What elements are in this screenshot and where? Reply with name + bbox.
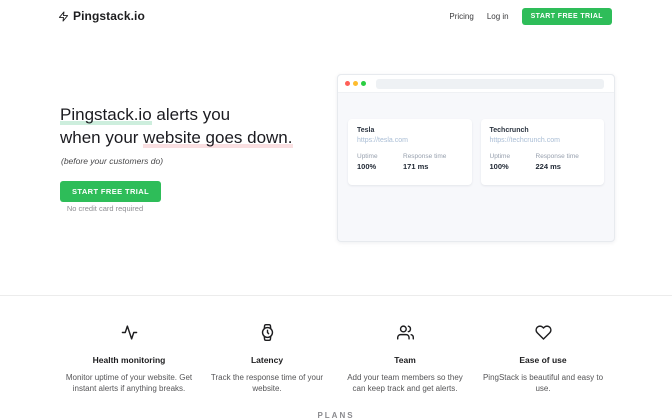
feature-description: Track the response time of your website. <box>203 372 331 394</box>
header-start-trial-button[interactable]: START FREE TRIAL <box>522 8 612 25</box>
zap-icon <box>58 11 69 22</box>
feature-title: Team <box>341 355 469 365</box>
header-nav: Pricing Log in START FREE TRIAL <box>449 8 612 25</box>
feature-title: Ease of use <box>479 355 607 365</box>
hero-heading: Pingstack.io alerts you when your websit… <box>60 103 293 149</box>
close-dot-icon <box>345 81 350 86</box>
brand-name: Pingstack.io <box>73 9 145 23</box>
monitor-card-title: Tesla <box>357 127 463 134</box>
uptime-stat: Uptime 100% <box>490 153 536 171</box>
header: Pingstack.io Pricing Log in START FREE T… <box>0 0 672 28</box>
nav-pricing-link[interactable]: Pricing <box>449 12 473 21</box>
hero-heading-line1-rest: alerts you <box>152 105 230 124</box>
feature-title: Health monitoring <box>65 355 193 365</box>
hero-heading-highlight-down: website goes down. <box>143 128 292 148</box>
response-time-label: Response time <box>403 153 449 160</box>
zoom-dot-icon <box>361 81 366 86</box>
hero-start-trial-button[interactable]: START FREE TRIAL <box>60 181 161 202</box>
monitor-card-stats: Uptime 100% Response time 224 ms <box>490 153 596 171</box>
monitor-card-techcrunch: Techcrunch https://techcrunch.com Uptime… <box>481 119 605 185</box>
hero-subtitle: (before your customers do) <box>61 156 163 166</box>
hero-heading-line2-pre: when your <box>60 128 143 147</box>
heart-icon <box>535 328 552 345</box>
hero-no-credit-card-note: No credit card required <box>60 204 150 213</box>
feature-title: Latency <box>203 355 331 365</box>
monitor-card-url: https://tesla.com <box>357 137 463 144</box>
uptime-value: 100% <box>357 162 403 171</box>
response-time-stat: Response time 171 ms <box>403 153 449 171</box>
monitor-card-stats: Uptime 100% Response time 171 ms <box>357 153 463 171</box>
feature-health-monitoring: Health monitoring Monitor uptime of your… <box>60 324 198 394</box>
monitor-card-url: https://techcrunch.com <box>490 137 596 144</box>
browser-mockup: Tesla https://tesla.com Uptime 100% Resp… <box>337 74 615 242</box>
feature-team: Team Add your team members so they can k… <box>336 324 474 394</box>
uptime-label: Uptime <box>357 153 403 160</box>
nav-login-link[interactable]: Log in <box>487 12 509 21</box>
response-time-value: 224 ms <box>536 162 582 171</box>
response-time-value: 171 ms <box>403 162 449 171</box>
activity-icon <box>121 328 138 345</box>
watch-icon <box>259 328 276 345</box>
feature-description: Add your team members so they can keep t… <box>341 372 469 394</box>
minimize-dot-icon <box>353 81 358 86</box>
uptime-value: 100% <box>490 162 536 171</box>
monitor-card-title: Techcrunch <box>490 127 596 134</box>
uptime-label: Uptime <box>490 153 536 160</box>
feature-ease-of-use: Ease of use PingStack is beautiful and e… <box>474 324 612 394</box>
hero-heading-highlight-brand: Pingstack.io <box>60 105 152 125</box>
plans-section-label: PLANS <box>0 411 672 420</box>
uptime-stat: Uptime 100% <box>357 153 403 171</box>
feature-description: Monitor uptime of your website. Get inst… <box>65 372 193 394</box>
users-icon <box>397 328 414 345</box>
browser-url-bar <box>376 79 604 89</box>
monitor-card-tesla: Tesla https://tesla.com Uptime 100% Resp… <box>348 119 472 185</box>
response-time-stat: Response time 224 ms <box>536 153 582 171</box>
browser-titlebar <box>338 75 614 93</box>
feature-latency: Latency Track the response time of your … <box>198 324 336 394</box>
brand-logo[interactable]: Pingstack.io <box>58 9 145 23</box>
response-time-label: Response time <box>536 153 582 160</box>
browser-body: Tesla https://tesla.com Uptime 100% Resp… <box>338 93 614 185</box>
section-divider <box>0 295 672 296</box>
feature-description: PingStack is beautiful and easy to use. <box>479 372 607 394</box>
features-section: Health monitoring Monitor uptime of your… <box>60 324 612 394</box>
